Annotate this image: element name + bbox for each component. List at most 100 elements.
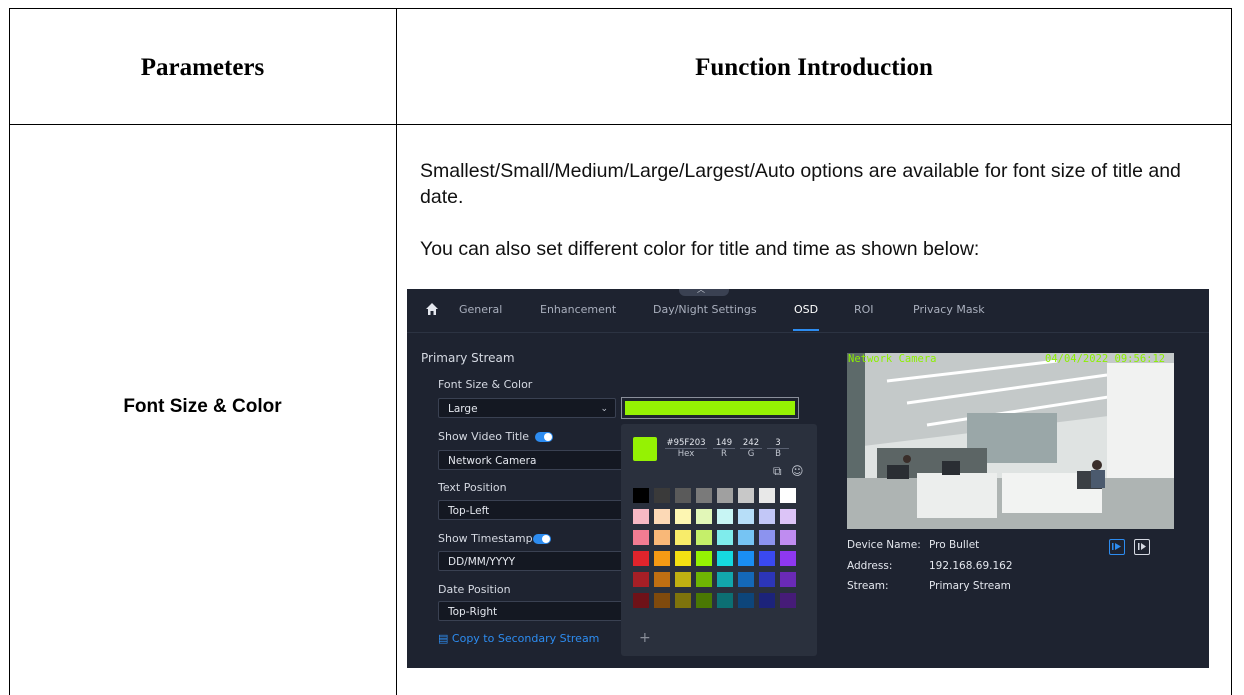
b-label: B xyxy=(775,449,781,459)
palette-swatch[interactable] xyxy=(633,551,649,566)
palette-swatch[interactable] xyxy=(696,509,712,524)
palette-swatch[interactable] xyxy=(759,488,775,503)
hex-value[interactable]: #95F203 xyxy=(663,438,709,448)
selected-color-fill xyxy=(625,401,795,415)
font-size-value: Large xyxy=(448,403,478,415)
palette-swatch[interactable] xyxy=(696,593,712,608)
palette-swatch[interactable] xyxy=(717,572,733,587)
date-position-select[interactable]: Top-Right xyxy=(438,601,628,621)
palette-swatch[interactable] xyxy=(633,488,649,503)
palette-swatch[interactable] xyxy=(675,593,691,608)
table-border-middle xyxy=(396,8,397,695)
palette-swatch[interactable] xyxy=(696,530,712,545)
collapse-toggle[interactable]: ︿ xyxy=(679,289,729,296)
play-stream-button[interactable] xyxy=(1109,539,1125,555)
tab-roi[interactable]: ROI xyxy=(854,303,874,316)
osd-timestamp-text: 04/04/2022 09:56:12 xyxy=(1045,353,1166,365)
palette-swatch[interactable] xyxy=(759,572,775,587)
r-value[interactable]: 149 xyxy=(712,438,736,448)
video-title-input[interactable]: Network Camera xyxy=(438,450,628,470)
palette-swatch[interactable] xyxy=(696,572,712,587)
palette-swatch[interactable] xyxy=(780,509,796,524)
palette-swatch[interactable] xyxy=(738,509,754,524)
palette-swatch[interactable] xyxy=(717,509,733,524)
parameter-name: Font Size & Color xyxy=(123,396,282,417)
palette-swatch[interactable] xyxy=(780,488,796,503)
palette-swatch[interactable] xyxy=(675,509,691,524)
video-title-value: Network Camera xyxy=(448,455,537,467)
address-value: 192.168.69.162 xyxy=(929,560,1013,572)
palette-swatch[interactable] xyxy=(738,572,754,587)
palette-swatch[interactable] xyxy=(633,530,649,545)
palette-swatch[interactable] xyxy=(780,572,796,587)
show-timestamp-toggle[interactable] xyxy=(533,534,551,544)
palette-swatch[interactable] xyxy=(654,509,670,524)
palette-swatch[interactable] xyxy=(675,488,691,503)
palette-swatch[interactable] xyxy=(633,593,649,608)
palette-swatch[interactable] xyxy=(738,488,754,503)
copy-icon: ▤ xyxy=(438,632,449,645)
tab-privacy-mask[interactable]: Privacy Mask xyxy=(913,303,985,316)
palette-swatch[interactable] xyxy=(738,530,754,545)
next-frame-button[interactable] xyxy=(1134,539,1150,555)
font-color-swatch[interactable] xyxy=(621,397,799,419)
palette-swatch[interactable] xyxy=(738,593,754,608)
tab-osd[interactable]: OSD xyxy=(794,303,818,316)
address-label: Address: xyxy=(847,560,893,572)
text-position-select[interactable]: Top-Left xyxy=(438,500,628,520)
osd-title-text: Network Camera xyxy=(848,353,937,365)
palette-swatch[interactable] xyxy=(654,530,670,545)
palette-swatch[interactable] xyxy=(759,551,775,566)
font-size-select[interactable]: Large ⌄ xyxy=(438,398,616,418)
copy-to-secondary-stream-link[interactable]: ▤ Copy to Secondary Stream xyxy=(438,632,599,645)
show-video-title-toggle[interactable] xyxy=(535,432,553,442)
top-nav: General Enhancement Day/Night Settings O… xyxy=(407,289,1209,333)
tab-enhancement[interactable]: Enhancement xyxy=(540,303,616,316)
b-value[interactable]: 3 xyxy=(766,438,790,448)
home-icon[interactable] xyxy=(425,302,439,316)
palette-swatch[interactable] xyxy=(717,593,733,608)
palette-swatch[interactable] xyxy=(654,593,670,608)
stream-value: Primary Stream xyxy=(929,580,1011,592)
palette-swatch[interactable] xyxy=(675,551,691,566)
date-position-value: Top-Right xyxy=(448,606,498,618)
stream-label: Stream: xyxy=(847,580,889,592)
palette-swatch[interactable] xyxy=(654,551,670,566)
palette-swatch[interactable] xyxy=(654,572,670,587)
palette-swatch[interactable] xyxy=(780,593,796,608)
palette-swatch[interactable] xyxy=(759,509,775,524)
table-border-left xyxy=(9,8,10,695)
r-label: R xyxy=(721,449,727,459)
tab-general[interactable]: General xyxy=(459,303,502,316)
play-icon xyxy=(1112,543,1121,550)
palette-swatch[interactable] xyxy=(717,488,733,503)
palette-swatch[interactable] xyxy=(696,551,712,566)
show-video-title-label: Show Video Title xyxy=(438,430,530,443)
color-picker-popover: #95F203 Hex 149 R 242 G 3 B ⧉ ☺ + xyxy=(621,424,817,656)
palette-swatch[interactable] xyxy=(633,509,649,524)
palette-swatch[interactable] xyxy=(675,572,691,587)
palette-swatch[interactable] xyxy=(717,551,733,566)
palette-swatch[interactable] xyxy=(633,572,649,587)
palette-swatch[interactable] xyxy=(759,593,775,608)
eyedropper-icon[interactable]: ⧉ xyxy=(773,464,782,479)
palette-icon[interactable]: ☺ xyxy=(791,464,804,478)
g-value[interactable]: 242 xyxy=(739,438,763,448)
tab-day-night-settings[interactable]: Day/Night Settings xyxy=(653,303,757,316)
palette-swatch[interactable] xyxy=(780,530,796,545)
font-size-color-label: Font Size & Color xyxy=(438,378,533,391)
palette-swatch[interactable] xyxy=(759,530,775,545)
table-border-top xyxy=(9,8,1232,9)
show-timestamp-label: Show Timestamp xyxy=(438,532,533,545)
table-border-right xyxy=(1231,8,1232,695)
palette-swatch[interactable] xyxy=(738,551,754,566)
palette-swatch[interactable] xyxy=(717,530,733,545)
timestamp-format-select[interactable]: DD/MM/YYYY xyxy=(438,551,628,571)
palette-swatch[interactable] xyxy=(696,488,712,503)
palette-swatch[interactable] xyxy=(780,551,796,566)
palette-swatch[interactable] xyxy=(654,488,670,503)
add-custom-color-button[interactable]: + xyxy=(639,630,651,646)
current-color-preview xyxy=(633,437,657,461)
live-view-preview: Network Camera 04/04/2022 09:56:12 xyxy=(847,353,1174,529)
palette-swatch[interactable] xyxy=(675,530,691,545)
